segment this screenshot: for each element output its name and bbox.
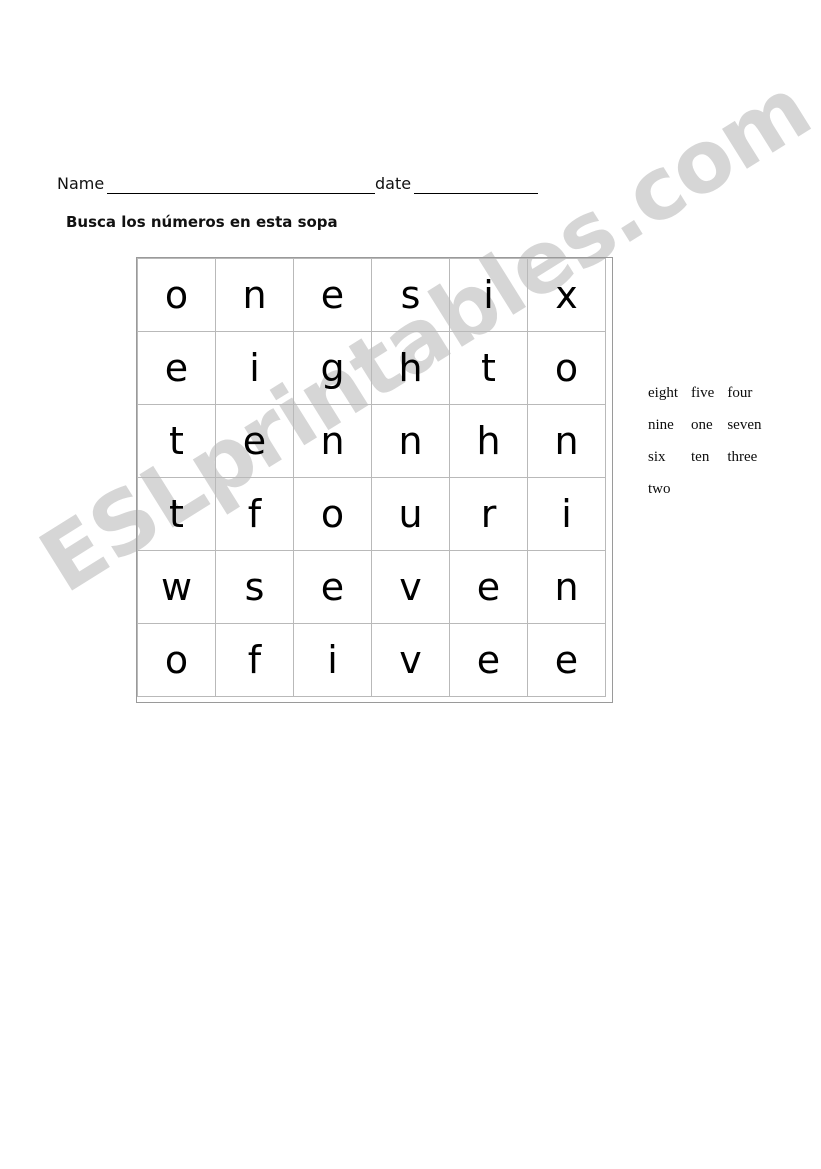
grid-cell[interactable]: s bbox=[371, 258, 450, 332]
grid-cell[interactable]: g bbox=[293, 331, 372, 405]
word-list-spacer bbox=[727, 482, 774, 514]
word-list-row: six ten three bbox=[648, 450, 774, 482]
word-list-item[interactable]: eight bbox=[648, 386, 691, 418]
word-list-item[interactable]: five bbox=[691, 386, 727, 418]
word-list-item[interactable]: two bbox=[648, 482, 691, 514]
grid-cell[interactable]: h bbox=[449, 404, 528, 478]
word-list-item[interactable]: ten bbox=[691, 450, 727, 482]
word-list-item[interactable]: three bbox=[727, 450, 774, 482]
word-list-item[interactable]: nine bbox=[648, 418, 691, 450]
grid-row: wseven bbox=[137, 550, 606, 624]
grid-cell[interactable]: o bbox=[527, 331, 606, 405]
word-search-grid-body: onesixeightotennhntfouriwsevenofivee bbox=[137, 258, 606, 697]
grid-row: onesix bbox=[137, 258, 606, 332]
word-list: eight five four nine one seven six ten three two bbox=[648, 386, 774, 514]
grid-cell[interactable]: t bbox=[449, 331, 528, 405]
grid-cell[interactable]: o bbox=[137, 258, 216, 332]
grid-row: eighto bbox=[137, 331, 606, 405]
instruction-text: Busca los números en esta sopa bbox=[66, 213, 338, 231]
grid-cell[interactable]: n bbox=[293, 404, 372, 478]
grid-cell[interactable]: i bbox=[215, 331, 294, 405]
grid-cell[interactable]: e bbox=[449, 550, 528, 624]
grid-cell[interactable]: e bbox=[527, 623, 606, 697]
grid-cell[interactable]: i bbox=[449, 258, 528, 332]
grid-cell[interactable]: i bbox=[293, 623, 372, 697]
date-write-line[interactable] bbox=[414, 193, 538, 194]
word-list-item[interactable]: six bbox=[648, 450, 691, 482]
grid-cell[interactable]: h bbox=[371, 331, 450, 405]
grid-cell[interactable]: n bbox=[527, 404, 606, 478]
grid-cell[interactable]: i bbox=[527, 477, 606, 551]
word-list-item[interactable]: one bbox=[691, 418, 727, 450]
grid-cell[interactable]: t bbox=[137, 404, 216, 478]
grid-cell[interactable]: v bbox=[371, 623, 450, 697]
grid-cell[interactable]: n bbox=[371, 404, 450, 478]
grid-row: tfouri bbox=[137, 477, 606, 551]
word-list-row: two bbox=[648, 482, 774, 514]
grid-cell[interactable]: e bbox=[137, 331, 216, 405]
grid-cell[interactable]: s bbox=[215, 550, 294, 624]
grid-cell[interactable]: r bbox=[449, 477, 528, 551]
grid-row: ofivee bbox=[137, 623, 606, 697]
word-search-grid: onesixeightotennhntfouriwsevenofivee bbox=[137, 258, 606, 697]
word-list-row: eight five four bbox=[648, 386, 774, 418]
grid-cell[interactable]: n bbox=[215, 258, 294, 332]
grid-row: tennhn bbox=[137, 404, 606, 478]
grid-cell[interactable]: o bbox=[293, 477, 372, 551]
word-list-spacer bbox=[691, 482, 727, 514]
grid-cell[interactable]: n bbox=[527, 550, 606, 624]
grid-cell[interactable]: e bbox=[293, 258, 372, 332]
word-list-row: nine one seven bbox=[648, 418, 774, 450]
grid-cell[interactable]: v bbox=[371, 550, 450, 624]
grid-cell[interactable]: w bbox=[137, 550, 216, 624]
worksheet-page: ESLprintables.com Name date Busca los nú… bbox=[0, 0, 821, 1169]
name-label: Name bbox=[57, 174, 105, 193]
grid-cell[interactable]: e bbox=[449, 623, 528, 697]
word-list-item[interactable]: four bbox=[727, 386, 774, 418]
word-list-body: eight five four nine one seven six ten three two bbox=[648, 386, 774, 514]
name-write-line[interactable] bbox=[107, 193, 375, 194]
name-date-row: Name date bbox=[57, 170, 542, 194]
grid-cell[interactable]: f bbox=[215, 623, 294, 697]
date-label: date bbox=[375, 174, 412, 193]
word-list-item[interactable]: seven bbox=[727, 418, 774, 450]
grid-cell[interactable]: f bbox=[215, 477, 294, 551]
grid-cell[interactable]: o bbox=[137, 623, 216, 697]
grid-cell[interactable]: x bbox=[527, 258, 606, 332]
grid-cell[interactable]: u bbox=[371, 477, 450, 551]
grid-cell[interactable]: e bbox=[293, 550, 372, 624]
grid-cell[interactable]: t bbox=[137, 477, 216, 551]
grid-cell[interactable]: e bbox=[215, 404, 294, 478]
